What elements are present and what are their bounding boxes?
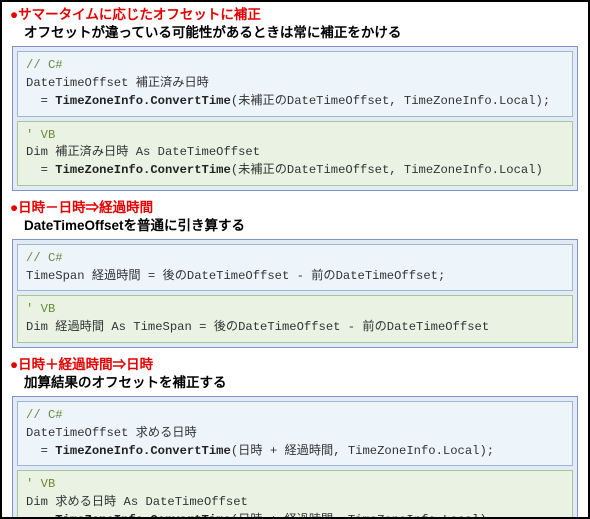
vb-code: ' VB Dim 経過時間 As TimeSpan = 後のDateTimeOf… (17, 295, 573, 342)
code-comment: // C# (26, 58, 63, 72)
heading-red: ●日時＋経過時間⇒日時 (10, 356, 580, 374)
section-addition: ●日時＋経過時間⇒日時 加算結果のオフセットを補正する // C# DateTi… (10, 356, 580, 519)
heading-black: オフセットが違っている可能性があるときは常に補正をかける (24, 24, 580, 42)
code-line: Dim 経過時間 As TimeSpan = 後のDateTimeOffset … (26, 320, 489, 334)
heading-red: ●日時－日時⇒経過時間 (10, 199, 580, 217)
code-line: = (26, 513, 55, 519)
code-frame: // C# DateTimeOffset 求める日時 = TimeZoneInf… (12, 396, 578, 519)
code-line: (日時 + 経過時間, TimeZoneInfo.Local) (231, 513, 487, 519)
csharp-code: // C# DateTimeOffset 求める日時 = TimeZoneInf… (17, 401, 573, 466)
code-line: Dim 補正済み日時 As DateTimeOffset (26, 145, 260, 159)
section-offset-correction: ●サマータイムに応じたオフセットに補正 オフセットが違っている可能性があるときは… (10, 6, 580, 191)
code-frame: // C# TimeSpan 経過時間 = 後のDateTimeOffset -… (12, 239, 578, 348)
csharp-code: // C# DateTimeOffset 補正済み日時 = TimeZoneIn… (17, 51, 573, 116)
code-frame: // C# DateTimeOffset 補正済み日時 = TimeZoneIn… (12, 46, 578, 190)
heading-red: ●サマータイムに応じたオフセットに補正 (10, 6, 580, 24)
heading-black: 加算結果のオフセットを補正する (24, 374, 580, 392)
code-line: (未補正のDateTimeOffset, TimeZoneInfo.Local)… (231, 94, 550, 108)
code-line: = (26, 163, 55, 177)
code-line: DateTimeOffset 補正済み日時 (26, 76, 209, 90)
code-bold: TimeZoneInfo.ConvertTime (55, 513, 231, 519)
page-frame: ●サマータイムに応じたオフセットに補正 オフセットが違っている可能性があるときは… (0, 0, 590, 519)
code-line: TimeSpan 経過時間 = 後のDateTimeOffset - 前のDat… (26, 269, 445, 283)
code-bold: TimeZoneInfo.ConvertTime (55, 163, 231, 177)
code-line: Dim 求める日時 As DateTimeOffset (26, 495, 248, 509)
code-comment: ' VB (26, 128, 55, 142)
code-comment: ' VB (26, 302, 55, 316)
vb-code: ' VB Dim 求める日時 As DateTimeOffset = TimeZ… (17, 470, 573, 519)
vb-code: ' VB Dim 補正済み日時 As DateTimeOffset = Time… (17, 121, 573, 186)
code-line: (未補正のDateTimeOffset, TimeZoneInfo.Local) (231, 163, 543, 177)
section-subtraction: ●日時－日時⇒経過時間 DateTimeOffsetを普通に引き算する // C… (10, 199, 580, 348)
code-comment: // C# (26, 251, 63, 265)
code-bold: TimeZoneInfo.ConvertTime (55, 94, 231, 108)
code-comment: ' VB (26, 477, 55, 491)
code-line: (日時 + 経過時間, TimeZoneInfo.Local); (231, 444, 494, 458)
heading-black: DateTimeOffsetを普通に引き算する (24, 217, 580, 235)
csharp-code: // C# TimeSpan 経過時間 = 後のDateTimeOffset -… (17, 244, 573, 291)
code-line: = (26, 94, 55, 108)
code-bold: TimeZoneInfo.ConvertTime (55, 444, 231, 458)
code-comment: // C# (26, 408, 63, 422)
code-line: DateTimeOffset 求める日時 (26, 426, 197, 440)
code-line: = (26, 444, 55, 458)
